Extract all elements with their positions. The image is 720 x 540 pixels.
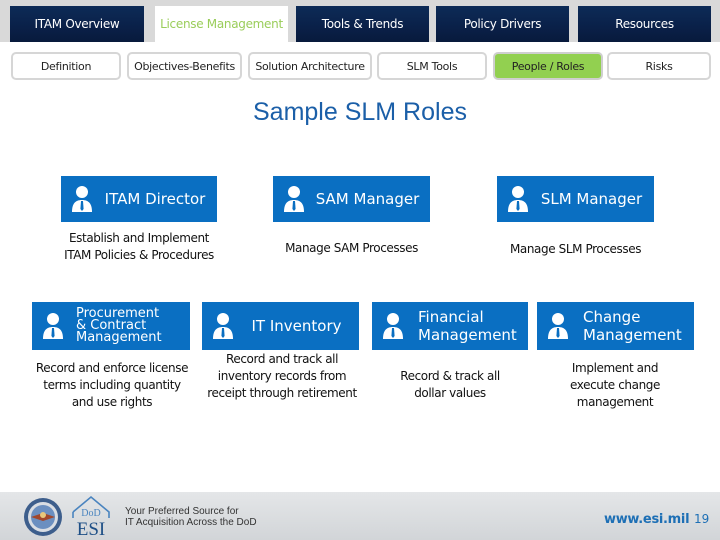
- person-icon: [382, 312, 404, 340]
- person-icon: [547, 312, 569, 340]
- role-description: Establish and Implement ITAM Policies & …: [64, 231, 214, 262]
- tab-license-management[interactable]: License Management: [155, 6, 288, 42]
- role-description: Record and enforce license terms includi…: [35, 361, 189, 409]
- role-description: Record & track all dollar values: [400, 369, 500, 400]
- role-title-line: Management: [583, 326, 682, 344]
- tab-itam-overview[interactable]: ITAM Overview: [10, 6, 144, 42]
- page-number: 19: [694, 512, 710, 526]
- role-procurement-contract-management: Procurement & Contract Management: [32, 302, 190, 350]
- role-title-line: Management: [418, 326, 517, 344]
- role-sam-manager: SAM Manager: [273, 176, 430, 222]
- role-title: SLM Manager: [540, 189, 643, 208]
- website-link[interactable]: www.esi.mil: [604, 512, 690, 527]
- role-it-inventory: IT Inventory: [202, 302, 359, 350]
- esi-logo: DoD ESI: [72, 495, 110, 538]
- subtab-risks[interactable]: Risks: [607, 52, 711, 80]
- role-description: Implement and execute change management: [570, 361, 660, 409]
- role-description: Record and track all inventory records f…: [207, 352, 357, 400]
- role-title-line: Management: [76, 330, 162, 345]
- subtab-objectives-benefits[interactable]: Objectives-Benefits: [127, 52, 242, 80]
- subtab-solution-architecture[interactable]: Solution Architecture: [248, 52, 372, 80]
- tab-tools-trends[interactable]: Tools & Trends: [296, 6, 429, 42]
- tagline-line: Your Preferred Source for: [125, 506, 239, 517]
- role-title: Financial Management: [404, 308, 528, 344]
- person-icon: [42, 312, 64, 340]
- role-description: Manage SLM Processes: [509, 242, 642, 256]
- role-financial-management: Financial Management: [372, 302, 528, 350]
- role-description: Manage SAM Processes: [285, 241, 418, 255]
- tab-policy-drivers[interactable]: Policy Drivers: [436, 6, 569, 42]
- role-title: SAM Manager: [315, 189, 420, 208]
- role-slm-manager: SLM Manager: [497, 176, 654, 222]
- subtab-slm-tools[interactable]: SLM Tools: [377, 52, 487, 80]
- footer-tagline: Your Preferred Source for IT Acquisition…: [125, 506, 257, 528]
- logo-esi-text: ESI: [77, 519, 106, 538]
- role-title: Procurement & Contract Management: [64, 307, 190, 345]
- role-title: ITAM Director: [104, 189, 206, 208]
- role-title: IT Inventory: [251, 316, 342, 335]
- dod-seal-icon: [24, 498, 62, 536]
- person-icon: [507, 185, 529, 213]
- tagline-line: IT Acquisition Across the DoD: [125, 517, 257, 528]
- tab-resources[interactable]: Resources: [578, 6, 711, 42]
- role-title-line: Change: [583, 308, 641, 326]
- role-title: Change Management: [569, 308, 694, 344]
- subtab-definition[interactable]: Definition: [11, 52, 121, 80]
- role-title-line: Financial: [418, 308, 484, 326]
- person-icon: [212, 312, 234, 340]
- person-icon: [71, 185, 93, 213]
- subtab-people-roles[interactable]: People / Roles: [493, 52, 603, 80]
- role-itam-director: ITAM Director: [61, 176, 217, 222]
- person-icon: [283, 185, 305, 213]
- role-change-management: Change Management: [537, 302, 694, 350]
- page-title: Sample SLM Roles: [253, 98, 467, 126]
- logo-dod-text: DoD: [81, 508, 100, 519]
